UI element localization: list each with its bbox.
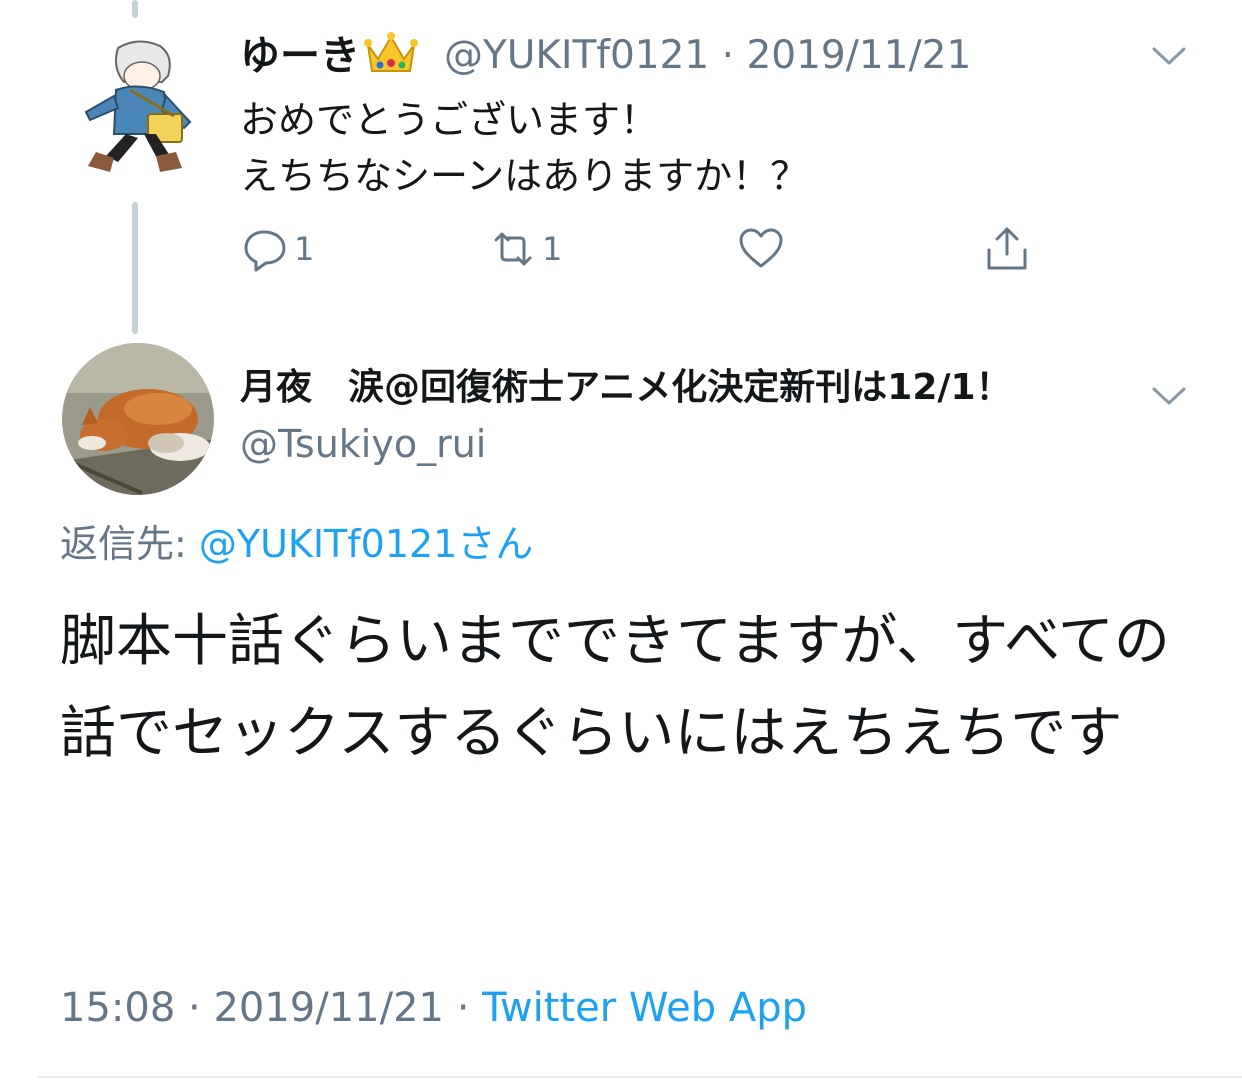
parent-display-name[interactable]: ゆーき	[240, 30, 418, 88]
retweet-icon	[494, 232, 532, 266]
footer-separator-2: ·	[456, 985, 470, 1031]
main-more-chevron-icon[interactable]	[1152, 386, 1186, 410]
share-button[interactable]	[984, 226, 1030, 276]
parent-handle[interactable]: @YUKITf0121	[444, 33, 709, 78]
parent-display-name-text[interactable]: ゆーき	[240, 33, 360, 79]
like-button[interactable]	[738, 226, 784, 276]
tweet-footer: 15:08 · 2019/11/21 · Twitter Web App	[60, 978, 807, 1038]
divider	[38, 1076, 1242, 1078]
footer-separator: ·	[188, 985, 201, 1031]
main-tweet-text: 脚本十話ぐらいまでできてますが、すべての話でセックスするぐらいにはえちえちです	[60, 609, 1170, 766]
meta-separator: ·	[721, 33, 735, 78]
reply-icon	[244, 230, 286, 272]
reply-target-link[interactable]: @YUKITf0121さん	[199, 522, 533, 566]
main-handle[interactable]: @Tsukiyo_rui	[240, 418, 486, 470]
tweet-date[interactable]: 2019/11/21	[213, 985, 444, 1031]
reply-button[interactable]: 1	[242, 226, 314, 272]
reply-count: 1	[294, 230, 315, 268]
avatar-tsukiyo-rui[interactable]	[62, 343, 214, 495]
share-icon	[987, 227, 1027, 270]
crown-icon	[364, 31, 418, 88]
main-display-name[interactable]: 月夜 涙@回復術士アニメ化決定新刊は12/1！	[240, 362, 1012, 414]
parent-tweet-text: おめでとうございます！ えちちなシーンはありますか！？	[240, 98, 809, 198]
thread-line-bottom	[132, 202, 138, 334]
retweet-button[interactable]: 1	[486, 226, 562, 272]
parent-date[interactable]: 2019/11/21	[746, 33, 971, 78]
replying-to: 返信先: @YUKITf0121さん	[60, 518, 533, 570]
avatar-yukitf0121[interactable]	[78, 38, 206, 176]
reply-label: 返信先:	[60, 522, 187, 566]
like-icon	[739, 228, 783, 268]
thread-line-top	[132, 0, 138, 18]
parent-more-chevron-icon[interactable]	[1152, 46, 1186, 70]
tweet-source-link[interactable]: Twitter Web App	[482, 985, 807, 1031]
parent-meta: @YUKITf0121 · 2019/11/21	[444, 30, 971, 82]
tweet-time[interactable]: 15:08	[60, 985, 175, 1031]
retweet-count: 1	[542, 230, 563, 268]
